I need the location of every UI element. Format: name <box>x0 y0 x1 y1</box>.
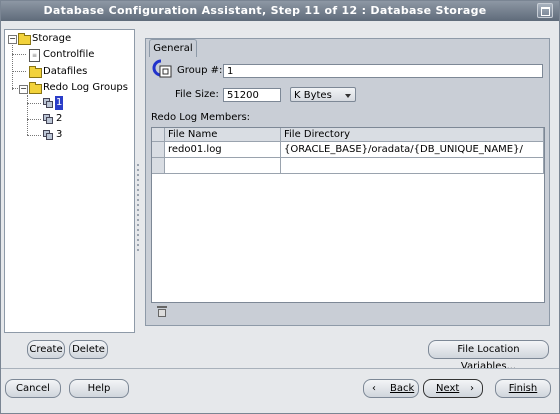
redo-members-table[interactable]: File Name File Directory redo01.log {ORA… <box>151 127 545 303</box>
group-number-field[interactable]: 1 <box>223 64 543 78</box>
divider <box>1 368 559 369</box>
row-header[interactable] <box>152 142 165 158</box>
folder-icon <box>29 66 42 78</box>
file-location-variables-button[interactable]: File Location Variables... <box>428 340 549 372</box>
controlfile-icon: ≡ <box>29 49 40 62</box>
trash-icon[interactable] <box>157 306 167 317</box>
maximize-button[interactable] <box>537 3 553 18</box>
column-header-file-name[interactable]: File Name <box>165 128 281 142</box>
tree-line <box>12 45 13 90</box>
finish-button[interactable]: Finish <box>495 379 551 398</box>
tree-line <box>27 103 41 104</box>
cancel-button[interactable]: Cancel <box>5 379 61 398</box>
chevron-down-icon <box>345 94 351 98</box>
tree-line <box>27 135 41 136</box>
create-button[interactable]: Create <box>27 340 65 359</box>
file-size-field[interactable]: 51200 <box>223 88 281 102</box>
help-button[interactable]: Help <box>69 379 129 398</box>
tree-line <box>12 71 26 72</box>
members-label: Redo Log Members: <box>151 112 251 123</box>
dbca-window: Database Configuration Assistant, Step 1… <box>0 0 560 414</box>
folder-icon <box>29 82 42 94</box>
next-arrow-icon: › <box>470 383 474 394</box>
storage-tree[interactable]: − Storage ≡ Controlfile Datafiles − Redo… <box>4 29 135 333</box>
table-cell[interactable]: redo01.log <box>165 142 281 158</box>
redo-log-icon <box>43 114 53 124</box>
collapse-icon[interactable]: − <box>8 35 17 44</box>
tree-line <box>27 119 41 120</box>
row-header[interactable] <box>152 158 165 174</box>
title-bar[interactable]: Database Configuration Assistant, Step 1… <box>1 1 559 21</box>
window-title: Database Configuration Assistant, Step 1… <box>43 4 487 17</box>
tree-line <box>27 95 28 135</box>
back-arrow-icon: ‹ <box>372 383 376 394</box>
tree-line <box>12 54 26 55</box>
tab-general[interactable]: General <box>149 39 197 57</box>
back-button[interactable]: ‹ Back <box>363 379 419 398</box>
size-unit-select[interactable]: K Bytes <box>290 87 356 102</box>
splitter-handle[interactable] <box>135 29 141 331</box>
size-unit-value: K Bytes <box>294 90 332 101</box>
collapse-icon[interactable]: − <box>19 85 28 94</box>
maximize-icon <box>541 7 550 16</box>
table-cell[interactable] <box>165 158 281 174</box>
redo-group-icon <box>152 59 174 79</box>
next-button[interactable]: Next › <box>423 379 483 398</box>
folder-icon <box>18 33 31 45</box>
table-corner <box>152 128 165 142</box>
file-size-label: File Size: <box>175 89 219 100</box>
column-header-file-directory[interactable]: File Directory <box>281 128 544 142</box>
delete-button[interactable]: Delete <box>69 340 108 359</box>
redo-log-icon <box>43 98 53 108</box>
table-cell[interactable] <box>281 158 544 174</box>
group-label: Group #: <box>177 65 223 76</box>
table-cell[interactable]: {ORACLE_BASE}/oradata/{DB_UNIQUE_NAME}/ <box>281 142 544 158</box>
redo-log-icon <box>43 130 53 140</box>
